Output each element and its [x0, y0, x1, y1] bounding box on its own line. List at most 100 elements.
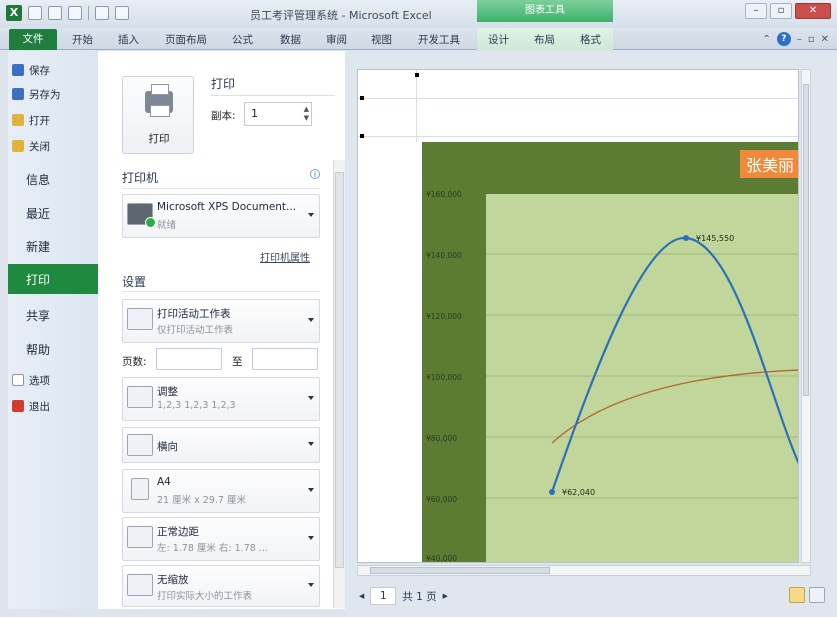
- collate-dropdown[interactable]: 调整 1,2,3 1,2,3 1,2,3: [122, 377, 320, 421]
- nav-close-label: 关闭: [29, 140, 50, 153]
- nav-share[interactable]: 共享: [26, 307, 50, 324]
- print-button-label: 打印: [148, 133, 170, 145]
- chart-tools-context-label: 图表工具: [477, 0, 613, 22]
- nav-options[interactable]: 选项: [12, 371, 98, 389]
- nav-open[interactable]: 打开: [12, 111, 98, 129]
- printer-name: Microsoft XPS Document...: [157, 201, 297, 213]
- data-point: [549, 489, 555, 495]
- workbook-restore-icon[interactable]: ▫: [808, 34, 815, 45]
- close-button[interactable]: ✕: [795, 3, 831, 19]
- tab-insert[interactable]: 插入: [118, 32, 139, 47]
- preview-vertical-scrollbar[interactable]: [801, 69, 811, 563]
- print-what-dropdown[interactable]: 打印活动工作表 仅打印活动工作表: [122, 299, 320, 343]
- tab-view[interactable]: 视图: [371, 32, 392, 47]
- print-preview-area: ¥160,000 ¥140,000 ¥120,000 ¥100,000 ¥80,…: [345, 51, 837, 617]
- ready-check-icon: [145, 217, 156, 228]
- nav-open-label: 打开: [29, 114, 50, 127]
- exit-icon: [12, 400, 24, 412]
- restore-button[interactable]: ▫: [770, 3, 792, 19]
- y-tick-label: ¥100,000: [426, 373, 462, 382]
- nav-recent[interactable]: 最近: [26, 205, 50, 222]
- prev-page-icon[interactable]: ◂: [359, 590, 364, 602]
- tab-design[interactable]: 设计: [488, 32, 509, 47]
- pages-to-input[interactable]: [252, 348, 318, 370]
- data-label: ¥145,550: [696, 234, 734, 243]
- print-section-title: 打印: [211, 77, 236, 91]
- margins-desc: 左: 1.78 厘米 右: 1.78 ...: [157, 543, 268, 554]
- paper-size-dropdown[interactable]: A4 21 厘米 x 29.7 厘米: [122, 469, 320, 513]
- ribbon-right-controls: ⌃ ? – ▫ ✕: [762, 32, 829, 46]
- current-page-input[interactable]: 1: [370, 587, 397, 605]
- nav-info[interactable]: 信息: [26, 171, 50, 188]
- copies-input[interactable]: 1 ▲ ▼: [244, 102, 312, 126]
- cell-gridline: [358, 98, 798, 99]
- orientation-dropdown[interactable]: 横向: [122, 427, 320, 463]
- chevron-down-icon: [308, 488, 314, 492]
- nav-print[interactable]: 打印: [8, 264, 107, 294]
- tab-review[interactable]: 审阅: [326, 32, 347, 47]
- y-tick-label: ¥120,000: [426, 312, 462, 321]
- redo-quick-icon[interactable]: [68, 6, 82, 20]
- preview-horizontal-scrollbar-thumb[interactable]: [370, 567, 550, 574]
- pages-label: 页数:: [122, 356, 147, 368]
- pages-from-input[interactable]: [156, 348, 222, 370]
- save-as-icon: [12, 88, 24, 100]
- copies-spinner-icon[interactable]: ▲ ▼: [304, 105, 309, 123]
- collate-icon: [127, 386, 153, 408]
- nav-save-as[interactable]: 另存为: [12, 85, 98, 103]
- minimize-button[interactable]: –: [745, 3, 767, 19]
- window-title: 员工考评管理系统 - Microsoft Excel: [250, 9, 432, 22]
- tab-home[interactable]: 开始: [72, 32, 93, 47]
- cell-gridline: [416, 70, 417, 142]
- workbook-close-icon[interactable]: ✕: [821, 34, 829, 45]
- preview-horizontal-scrollbar[interactable]: [357, 565, 811, 576]
- info-icon[interactable]: i: [310, 169, 320, 179]
- excel-app-icon[interactable]: X: [6, 5, 22, 21]
- printer-properties-link[interactable]: 打印机属性: [260, 249, 310, 264]
- tab-formulas[interactable]: 公式: [232, 32, 253, 47]
- nav-close[interactable]: 关闭: [12, 137, 98, 155]
- undo-quick-icon[interactable]: [48, 6, 62, 20]
- nav-exit[interactable]: 退出: [12, 397, 98, 415]
- page-total: 共 1 页: [402, 590, 437, 603]
- chart-title: 张美丽: [739, 150, 798, 178]
- chevron-down-icon: [308, 536, 314, 540]
- zoom-to-page-icon[interactable]: [809, 587, 825, 603]
- nav-save[interactable]: 保存: [12, 61, 98, 79]
- chevron-down-icon: [308, 442, 314, 446]
- copy-quick-icon[interactable]: [115, 6, 129, 20]
- next-page-icon[interactable]: ▸: [443, 590, 448, 602]
- copies-label: 副本:: [211, 110, 236, 122]
- help-icon[interactable]: ?: [776, 32, 791, 46]
- settings-scrollbar[interactable]: [333, 160, 345, 608]
- tab-developer[interactable]: 开发工具: [418, 32, 460, 47]
- margins-dropdown[interactable]: 正常边距 左: 1.78 厘米 右: 1.78 ...: [122, 517, 320, 561]
- sheet-icon: [127, 308, 153, 330]
- selection-handle: [360, 96, 364, 100]
- workbook-minimize-icon[interactable]: –: [797, 34, 802, 45]
- print-button[interactable]: 打印: [122, 76, 194, 154]
- tab-format[interactable]: 格式: [580, 32, 601, 47]
- scaling-dropdown[interactable]: 无缩放 打印实际大小的工作表: [122, 565, 320, 607]
- nav-print-label: 打印: [26, 273, 51, 287]
- new-quick-icon[interactable]: [95, 6, 109, 20]
- printer-dropdown[interactable]: Microsoft XPS Document... 就绪: [122, 194, 320, 238]
- nav-new[interactable]: 新建: [26, 238, 50, 255]
- save-quick-icon[interactable]: [28, 6, 42, 20]
- tab-file[interactable]: 文件: [9, 29, 57, 50]
- chart-area[interactable]: ¥160,000 ¥140,000 ¥120,000 ¥100,000 ¥80,…: [422, 142, 798, 562]
- options-icon: [12, 374, 24, 386]
- open-folder-icon: [12, 114, 24, 126]
- nav-help[interactable]: 帮助: [26, 341, 50, 358]
- tab-page-layout[interactable]: 页面布局: [165, 32, 207, 47]
- show-margins-icon[interactable]: [789, 587, 805, 603]
- scaling-icon: [127, 574, 153, 596]
- tab-layout[interactable]: 布局: [534, 32, 555, 47]
- settings-scrollbar-thumb[interactable]: [335, 172, 344, 568]
- preview-vertical-scrollbar-thumb[interactable]: [803, 84, 809, 396]
- ribbon-minimize-caret-icon[interactable]: ⌃: [762, 34, 770, 45]
- window-controls: – ▫ ✕: [745, 3, 831, 19]
- plot-area: ¥62,040 ¥145,550: [486, 194, 798, 562]
- tab-data[interactable]: 数据: [280, 32, 301, 47]
- save-icon: [12, 64, 24, 76]
